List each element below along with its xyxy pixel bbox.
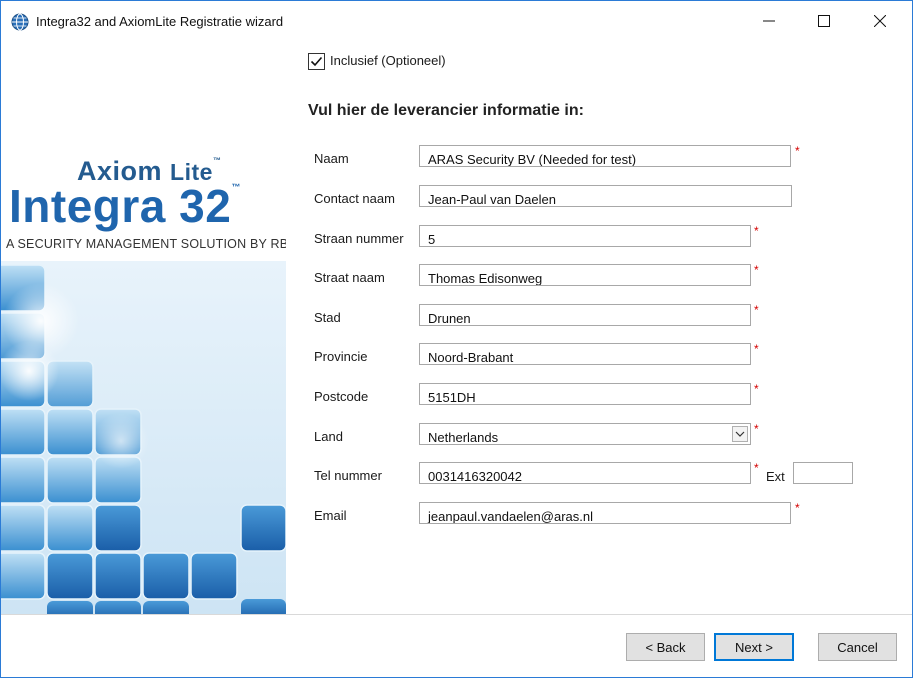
land-label: Land — [314, 429, 343, 444]
naam-input[interactable]: ARAS Security BV (Needed for test) — [419, 145, 791, 167]
minimize-icon — [763, 20, 775, 22]
footer-divider — [1, 614, 912, 615]
close-button[interactable] — [857, 1, 903, 41]
land-selected-value: Netherlands — [428, 430, 499, 445]
postcode-required-marker: * — [754, 382, 759, 396]
provincie-input[interactable]: Noord-Brabant — [419, 343, 751, 365]
brand-tagline: A SECURITY MANAGEMENT SOLUTION BY RBH — [6, 237, 286, 251]
integra32-logo: Integra 32™ — [9, 180, 241, 232]
straatnaam-label: Straat naam — [314, 270, 385, 285]
provincie-label: Provincie — [314, 349, 368, 364]
stad-required-marker: * — [754, 303, 759, 317]
close-icon — [874, 15, 886, 27]
straatnr-label: Straan nummer — [314, 231, 404, 246]
straatnr-required-marker: * — [754, 224, 759, 238]
land-select[interactable]: Netherlands — [419, 423, 751, 445]
window-title: Integra32 and AxiomLite Registratie wiza… — [36, 14, 284, 29]
form-heading: Vul hier de leverancier informatie in: — [308, 102, 584, 119]
ext-label: Ext — [766, 469, 785, 484]
straatnaam-required-marker: * — [754, 263, 759, 277]
contact-input[interactable]: Jean-Paul van Daelen — [419, 185, 792, 207]
chevron-down-icon[interactable] — [732, 426, 748, 442]
inclusief-label: Inclusief (Optioneel) — [330, 53, 446, 68]
naam-label: Naam — [314, 151, 349, 166]
provincie-required-marker: * — [754, 342, 759, 356]
email-label: Email — [314, 508, 347, 523]
back-button[interactable]: < Back — [626, 633, 705, 661]
tel-label: Tel nummer — [314, 468, 382, 483]
tel-input[interactable]: 0031416320042 — [419, 462, 751, 484]
email-required-marker: * — [795, 501, 800, 515]
ext-input[interactable] — [793, 462, 853, 484]
tel-required-marker: * — [754, 461, 759, 475]
title-bar: Integra32 and AxiomLite Registratie wiza… — [1, 1, 912, 41]
wizard-window: Integra32 and AxiomLite Registratie wiza… — [0, 0, 913, 678]
globe-icon — [11, 13, 29, 31]
tile-artwork — [1, 261, 286, 614]
branding-sidebar: Axiom Lite™ Integra 32™ A SECURITY MANAG… — [1, 41, 286, 614]
cancel-button[interactable]: Cancel — [818, 633, 897, 661]
minimize-button[interactable] — [746, 1, 792, 41]
naam-required-marker: * — [795, 144, 800, 158]
contact-label: Contact naam — [314, 191, 395, 206]
straatnr-input[interactable]: 5 — [419, 225, 751, 247]
maximize-button[interactable] — [801, 1, 847, 41]
next-button[interactable]: Next > — [714, 633, 794, 661]
stad-input[interactable]: Drunen — [419, 304, 751, 326]
postcode-label: Postcode — [314, 389, 369, 404]
checkmark-icon — [310, 56, 323, 67]
stad-label: Stad — [314, 310, 341, 325]
land-required-marker: * — [754, 422, 759, 436]
straatnaam-input[interactable]: Thomas Edisonweg — [419, 264, 751, 286]
postcode-input[interactable]: 5151DH — [419, 383, 751, 405]
email-input[interactable]: jeanpaul.vandaelen@aras.nl — [419, 502, 791, 524]
maximize-icon — [818, 15, 830, 27]
inclusief-checkbox[interactable] — [308, 53, 325, 70]
